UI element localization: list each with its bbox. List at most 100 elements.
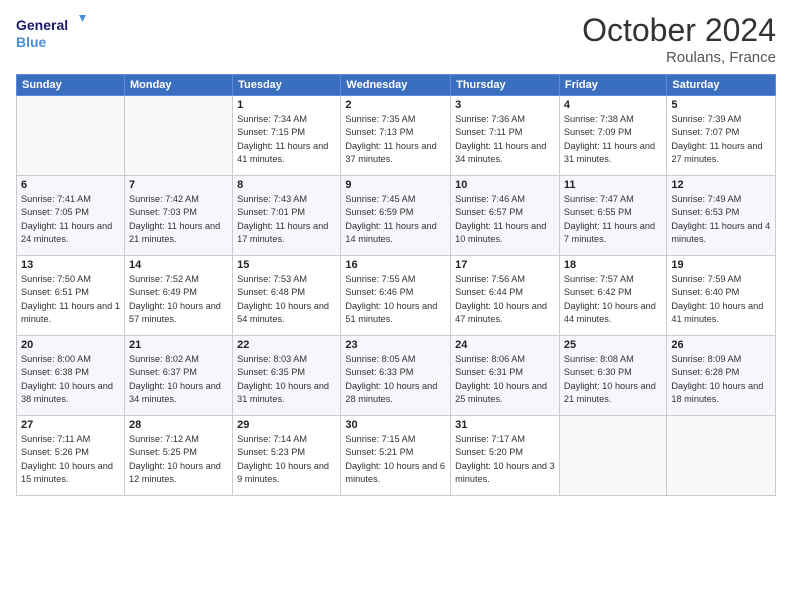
table-cell: 15 Sunrise: 7:53 AM Sunset: 6:48 PM Dayli… xyxy=(233,256,341,336)
day-number: 23 xyxy=(345,339,446,351)
week-row-1: 1Sunrise: 7:34 AM Sunset: 7:15 PM Daylig… xyxy=(17,96,776,176)
day-info: Sunrise: 7:38 AM Sunset: 7:09 PM Dayligh… xyxy=(564,113,663,166)
day-info: Sunrise: 7:56 AM Sunset: 6:44 PM Dayligh… xyxy=(455,273,555,326)
day-number: 11 xyxy=(564,179,663,191)
table-cell: 21 Sunrise: 8:02 AM Sunset: 6:37 PM Dayli… xyxy=(124,336,232,416)
week-row-2: 6 Sunrise: 7:41 AM Sunset: 7:05 PM Daylig… xyxy=(17,176,776,256)
day-info: Sunrise: 8:05 AM Sunset: 6:33 PM Dayligh… xyxy=(345,353,446,406)
table-cell: 22Sunrise: 8:03 AM Sunset: 6:35 PM Dayli… xyxy=(233,336,341,416)
day-number: 5 xyxy=(671,99,771,111)
table-cell: 11 Sunrise: 7:47 AM Sunset: 6:55 PM Dayli… xyxy=(559,176,667,256)
day-info: Sunrise: 8:02 AM Sunset: 6:37 PM Dayligh… xyxy=(129,353,228,406)
svg-text:General: General xyxy=(16,17,68,33)
table-cell: 19Sunrise: 7:59 AM Sunset: 6:40 PM Dayli… xyxy=(667,256,776,336)
day-info: Sunrise: 7:11 AM Sunset: 5:26 PM Dayligh… xyxy=(21,433,120,486)
calendar-header-row: SundayMondayTuesdayWednesdayThursdayFrid… xyxy=(17,75,776,96)
table-cell xyxy=(667,416,776,496)
header-monday: Monday xyxy=(124,75,232,96)
table-cell: 6 Sunrise: 7:41 AM Sunset: 7:05 PM Daylig… xyxy=(17,176,125,256)
table-cell: 27 Sunrise: 7:11 AM Sunset: 5:26 PM Dayli… xyxy=(17,416,125,496)
table-cell: 24 Sunrise: 8:06 AM Sunset: 6:31 PM Dayli… xyxy=(451,336,560,416)
table-cell: 14Sunrise: 7:52 AM Sunset: 6:49 PM Dayli… xyxy=(124,256,232,336)
day-info: Sunrise: 7:39 AM Sunset: 7:07 PM Dayligh… xyxy=(671,113,771,166)
svg-text:Blue: Blue xyxy=(16,34,47,50)
day-number: 12 xyxy=(671,179,771,191)
day-info: Sunrise: 8:08 AM Sunset: 6:30 PM Dayligh… xyxy=(564,353,663,406)
day-number: 8 xyxy=(237,179,336,191)
day-number: 31 xyxy=(455,419,555,431)
day-number: 3 xyxy=(455,99,555,111)
day-number: 2 xyxy=(345,99,446,111)
table-cell: 2 Sunrise: 7:35 AM Sunset: 7:13 PM Daylig… xyxy=(341,96,451,176)
table-cell: 18 Sunrise: 7:57 AM Sunset: 6:42 PM Dayli… xyxy=(559,256,667,336)
day-number: 27 xyxy=(21,419,120,431)
week-row-3: 13 Sunrise: 7:50 AM Sunset: 6:51 PM Dayli… xyxy=(17,256,776,336)
day-number: 16 xyxy=(345,259,446,271)
calendar-body: 1Sunrise: 7:34 AM Sunset: 7:15 PM Daylig… xyxy=(17,96,776,496)
day-info: Sunrise: 7:53 AM Sunset: 6:48 PM Dayligh… xyxy=(237,273,336,326)
day-info: Sunrise: 7:35 AM Sunset: 7:13 PM Dayligh… xyxy=(345,113,446,166)
table-cell: 20Sunrise: 8:00 AM Sunset: 6:38 PM Dayli… xyxy=(17,336,125,416)
logo: General Blue xyxy=(16,12,86,52)
table-cell: 17Sunrise: 7:56 AM Sunset: 6:44 PM Dayli… xyxy=(451,256,560,336)
day-number: 24 xyxy=(455,339,555,351)
day-info: Sunrise: 7:17 AM Sunset: 5:20 PM Dayligh… xyxy=(455,433,555,486)
day-info: Sunrise: 8:06 AM Sunset: 6:31 PM Dayligh… xyxy=(455,353,555,406)
day-info: Sunrise: 8:09 AM Sunset: 6:28 PM Dayligh… xyxy=(671,353,771,406)
table-cell: 16 Sunrise: 7:55 AM Sunset: 6:46 PM Dayli… xyxy=(341,256,451,336)
day-number: 28 xyxy=(129,419,228,431)
day-info: Sunrise: 7:14 AM Sunset: 5:23 PM Dayligh… xyxy=(237,433,336,486)
day-number: 13 xyxy=(21,259,120,271)
day-info: Sunrise: 8:00 AM Sunset: 6:38 PM Dayligh… xyxy=(21,353,120,406)
table-cell: 8Sunrise: 7:43 AM Sunset: 7:01 PM Daylig… xyxy=(233,176,341,256)
day-info: Sunrise: 7:46 AM Sunset: 6:57 PM Dayligh… xyxy=(455,193,555,246)
table-cell: 10 Sunrise: 7:46 AM Sunset: 6:57 PM Dayli… xyxy=(451,176,560,256)
day-number: 6 xyxy=(21,179,120,191)
day-info: Sunrise: 7:47 AM Sunset: 6:55 PM Dayligh… xyxy=(564,193,663,246)
calendar-table: SundayMondayTuesdayWednesdayThursdayFrid… xyxy=(16,74,776,496)
day-info: Sunrise: 7:45 AM Sunset: 6:59 PM Dayligh… xyxy=(345,193,446,246)
page: General Blue October 2024 Roulans, Franc… xyxy=(0,0,792,612)
header-friday: Friday xyxy=(559,75,667,96)
week-row-5: 27 Sunrise: 7:11 AM Sunset: 5:26 PM Dayli… xyxy=(17,416,776,496)
day-number: 22 xyxy=(237,339,336,351)
table-cell: 25 Sunrise: 8:08 AM Sunset: 6:30 PM Dayli… xyxy=(559,336,667,416)
day-number: 9 xyxy=(345,179,446,191)
day-info: Sunrise: 7:15 AM Sunset: 5:21 PM Dayligh… xyxy=(345,433,446,486)
day-number: 26 xyxy=(671,339,771,351)
table-cell xyxy=(124,96,232,176)
table-cell: 31 Sunrise: 7:17 AM Sunset: 5:20 PM Dayli… xyxy=(451,416,560,496)
day-number: 1 xyxy=(237,99,336,111)
day-number: 19 xyxy=(671,259,771,271)
table-cell: 12Sunrise: 7:49 AM Sunset: 6:53 PM Dayli… xyxy=(667,176,776,256)
header-sunday: Sunday xyxy=(17,75,125,96)
day-number: 14 xyxy=(129,259,228,271)
day-number: 21 xyxy=(129,339,228,351)
table-cell: 26 Sunrise: 8:09 AM Sunset: 6:28 PM Dayli… xyxy=(667,336,776,416)
table-cell: 29 Sunrise: 7:14 AM Sunset: 5:23 PM Dayli… xyxy=(233,416,341,496)
day-info: Sunrise: 7:41 AM Sunset: 7:05 PM Dayligh… xyxy=(21,193,120,246)
table-cell: 7Sunrise: 7:42 AM Sunset: 7:03 PM Daylig… xyxy=(124,176,232,256)
table-cell: 9 Sunrise: 7:45 AM Sunset: 6:59 PM Daylig… xyxy=(341,176,451,256)
table-cell: 28Sunrise: 7:12 AM Sunset: 5:25 PM Dayli… xyxy=(124,416,232,496)
table-cell xyxy=(559,416,667,496)
day-info: Sunrise: 7:50 AM Sunset: 6:51 PM Dayligh… xyxy=(21,273,120,326)
day-number: 25 xyxy=(564,339,663,351)
day-number: 29 xyxy=(237,419,336,431)
table-cell xyxy=(17,96,125,176)
table-cell: 5 Sunrise: 7:39 AM Sunset: 7:07 PM Daylig… xyxy=(667,96,776,176)
header-tuesday: Tuesday xyxy=(233,75,341,96)
header-thursday: Thursday xyxy=(451,75,560,96)
week-row-4: 20Sunrise: 8:00 AM Sunset: 6:38 PM Dayli… xyxy=(17,336,776,416)
day-info: Sunrise: 7:55 AM Sunset: 6:46 PM Dayligh… xyxy=(345,273,446,326)
day-info: Sunrise: 7:57 AM Sunset: 6:42 PM Dayligh… xyxy=(564,273,663,326)
header-wednesday: Wednesday xyxy=(341,75,451,96)
day-info: Sunrise: 7:42 AM Sunset: 7:03 PM Dayligh… xyxy=(129,193,228,246)
title-block: October 2024 Roulans, France xyxy=(582,12,776,66)
month-title: October 2024 xyxy=(582,12,776,49)
table-cell: 3Sunrise: 7:36 AM Sunset: 7:11 PM Daylig… xyxy=(451,96,560,176)
day-number: 18 xyxy=(564,259,663,271)
day-number: 10 xyxy=(455,179,555,191)
day-number: 30 xyxy=(345,419,446,431)
day-number: 15 xyxy=(237,259,336,271)
